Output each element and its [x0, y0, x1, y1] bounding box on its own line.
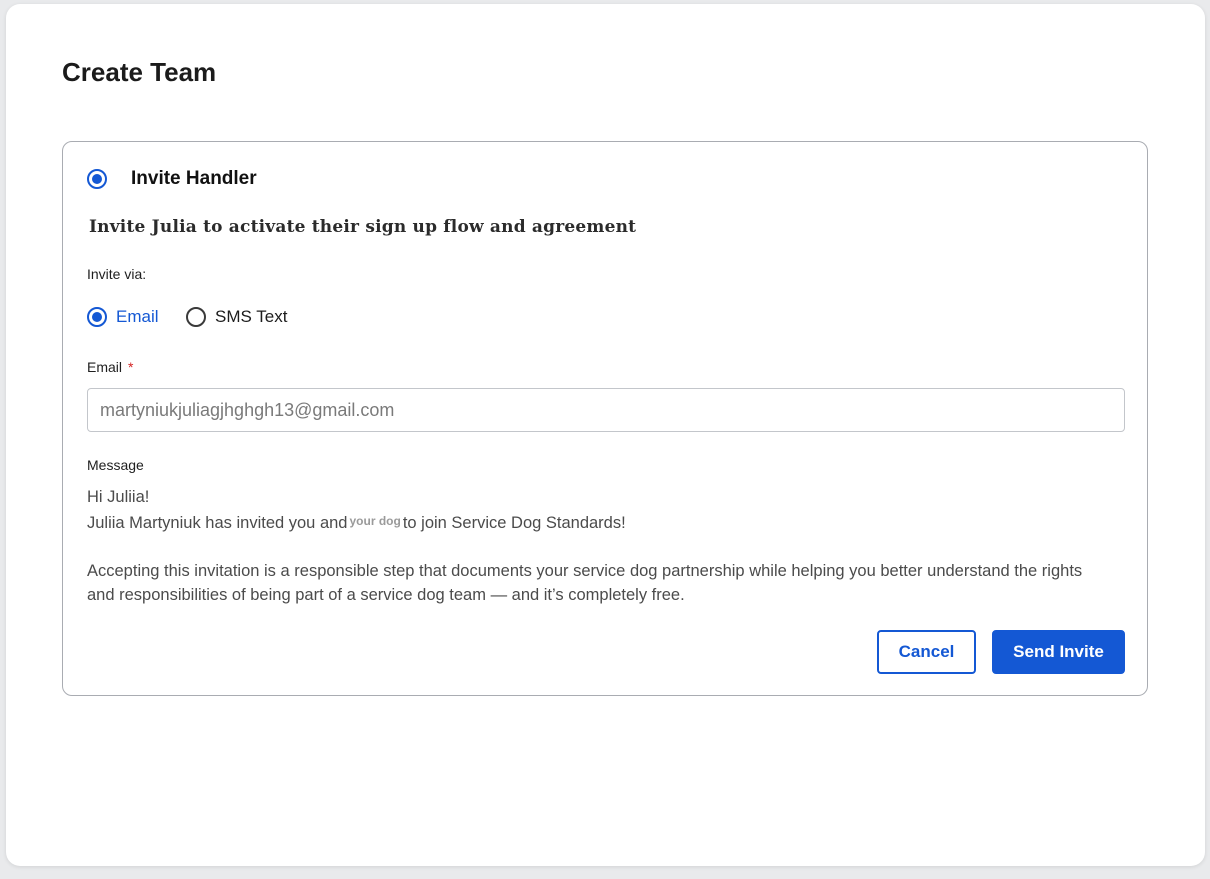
- message-invite-line: Juliia Martyniuk has invited you and your…: [87, 509, 1097, 535]
- create-team-modal: Create Team Invite Handler Invite Julia …: [6, 4, 1205, 866]
- required-marker: *: [128, 359, 134, 375]
- send-invite-button[interactable]: Send Invite: [992, 630, 1125, 674]
- message-invite-text: Juliia Martyniuk has invited you and: [87, 514, 348, 532]
- cancel-button[interactable]: Cancel: [877, 630, 976, 674]
- message-paragraph: Accepting this invitation is a responsib…: [87, 562, 1083, 604]
- invite-handler-radio[interactable]: [87, 169, 107, 189]
- email-radio[interactable]: [87, 307, 107, 327]
- invite-via-sms-option[interactable]: SMS Text: [186, 305, 287, 329]
- email-label-text: Email: [87, 359, 123, 375]
- invite-via-email-option[interactable]: Email: [87, 305, 159, 329]
- message-greeting: Hi Juliia!: [87, 488, 150, 506]
- invite-via-label: Invite via:: [87, 266, 147, 282]
- sms-radio[interactable]: [186, 307, 206, 327]
- message-invite-text-end: to join Service Dog Standards!: [402, 514, 626, 532]
- sms-option-label[interactable]: SMS Text: [215, 306, 287, 328]
- message-body: Hi Juliia! Juliia Martyniuk has invited …: [87, 485, 1097, 607]
- invite-heading: Invite Julia to activate their sign up f…: [89, 217, 637, 237]
- email-field[interactable]: [87, 388, 1125, 432]
- invite-handler-card: Invite Handler Invite Julia to activate …: [62, 141, 1148, 696]
- modal-title: Create Team: [62, 57, 217, 87]
- invite-handler-label[interactable]: Invite Handler: [131, 168, 257, 190]
- message-label: Message: [87, 457, 144, 473]
- email-option-label[interactable]: Email: [116, 306, 159, 328]
- email-field-label: Email *: [87, 358, 133, 376]
- your-dog-chip: your dog: [349, 514, 401, 528]
